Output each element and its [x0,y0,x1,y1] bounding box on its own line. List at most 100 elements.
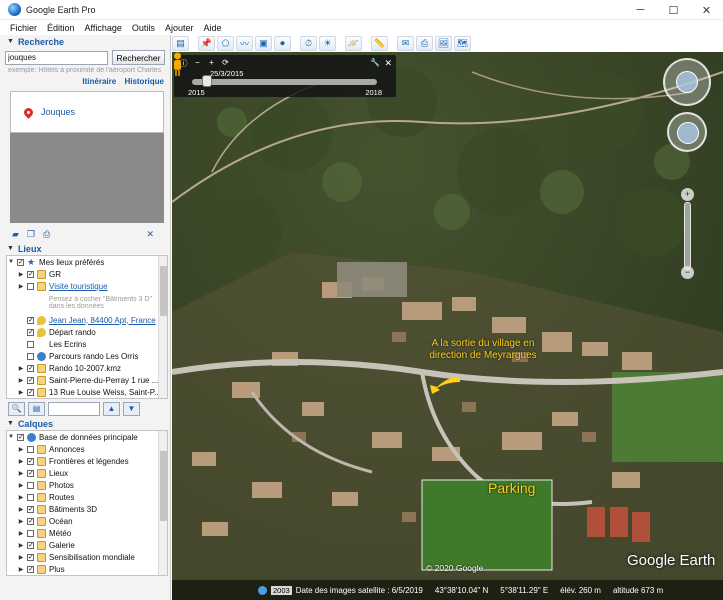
look-around-icon[interactable] [676,71,698,93]
menu-outils[interactable]: Outils [132,23,155,33]
expand-arrow-icon[interactable]: ▶ [17,470,25,477]
record-tour-icon[interactable]: ⏺ [274,35,291,51]
zoom-in-icon[interactable]: + [681,188,694,201]
visibility-checkbox[interactable] [27,481,34,489]
close-button[interactable]: ✕ [690,0,723,20]
expand-arrow-icon[interactable]: ▶ [17,506,25,513]
planets-icon[interactable]: 🪐 [345,35,362,51]
places-item[interactable]: ▶GPS device [7,398,167,399]
view-toggle-icon[interactable]: ▤ [28,401,45,416]
search-button[interactable]: Rechercher [112,50,165,65]
places-item-label[interactable]: Visite touristique [49,282,108,291]
places-scrollbar[interactable] [158,256,167,398]
places-item[interactable]: ▶ ✓ GR [7,268,167,280]
layers-item[interactable]: ▶ ✓ Plus [7,563,167,575]
search-places-icon[interactable]: 🔍 [8,401,25,416]
wrench-icon[interactable]: 🔧 [370,58,380,67]
places-item[interactable]: Pensez à cocher "Bâtiments 3 D" dans les… [7,292,167,314]
layers-item[interactable]: ▶ Routes [7,491,167,503]
move-control[interactable] [667,112,707,152]
expand-arrow-icon[interactable]: ▶ [17,542,25,549]
time-track[interactable] [192,79,377,85]
visibility-checkbox[interactable]: ✓ [27,328,34,336]
places-item[interactable]: ▶ ✓ Saint-Pierre-du-Perray 1 rue ... [7,374,167,386]
print-icon[interactable]: ⎙ [416,35,433,51]
search-input[interactable] [5,50,108,65]
menu-ajouter[interactable]: Ajouter [165,23,194,33]
add-path-icon[interactable]: 〰 [236,35,253,51]
expand-arrow-icon[interactable]: ▼ [7,434,15,440]
expand-arrow-icon[interactable]: ▶ [17,389,25,396]
places-item[interactable]: ▶ ✓ Rando 10-2007.kmz [7,362,167,374]
menu-edition[interactable]: Édition [47,23,75,33]
visibility-checkbox[interactable]: ✓ [17,433,24,441]
menu-aide[interactable]: Aide [203,23,221,33]
move-down-icon[interactable]: ▼ [123,401,140,416]
expand-arrow-icon[interactable]: ▶ [17,365,25,372]
expand-arrow-icon[interactable]: ▶ [17,554,25,561]
expand-arrow-icon[interactable]: ▶ [17,377,25,384]
search-section-header[interactable]: ▼ Recherche [0,35,170,48]
places-item[interactable]: ✓ Jean Jean, 84400 Apt, France [7,314,167,326]
visibility-checkbox[interactable]: ✓ [27,270,34,278]
visibility-checkbox[interactable] [27,282,34,290]
visibility-checkbox[interactable]: ✓ [27,553,34,561]
zoom-in-time-icon[interactable]: + [206,58,217,69]
visibility-checkbox[interactable]: ✓ [27,541,34,549]
expand-arrow-icon[interactable]: ▶ [17,566,25,573]
places-item[interactable]: ▼ ✓ ★ Mes lieux préférés [7,256,167,268]
layers-item[interactable]: ▶ ✓ Galerie [7,539,167,551]
zoom-out-icon[interactable]: − [681,266,694,279]
add-polygon-icon[interactable]: ⬠ [217,35,234,51]
visibility-checkbox[interactable]: ✓ [27,505,34,513]
zoom-out-time-icon[interactable]: − [192,58,203,69]
expand-arrow-icon[interactable]: ▶ [17,530,25,537]
hand-pan-icon[interactable] [677,122,699,144]
expand-arrow-icon[interactable]: ▶ [17,518,25,525]
places-item-label[interactable]: Jean Jean, 84400 Apt, France [49,316,156,325]
visibility-checkbox[interactable]: ✓ [27,316,34,324]
layers-item[interactable]: ▶ ✓ Lieux [7,467,167,479]
expand-arrow-icon[interactable]: ▶ [17,271,25,278]
history-link[interactable]: Historique [124,77,164,86]
add-overlay-icon[interactable]: ▣ [255,35,272,51]
folder-icon[interactable]: ▰ [12,229,19,240]
visibility-checkbox[interactable] [27,340,34,348]
search-result-item[interactable]: Jouques [10,91,164,133]
visibility-checkbox[interactable] [27,493,34,501]
zoom-slider[interactable] [684,202,691,270]
layers-item[interactable]: ▶ ✓ Frontières et légendes [7,455,167,467]
historical-imagery-icon[interactable]: ⏱ [300,35,317,51]
visibility-checkbox[interactable] [27,352,34,360]
menu-affichage[interactable]: Affichage [85,23,122,33]
sunlight-icon[interactable]: ☀ [319,35,336,51]
clear-results-icon[interactable]: ✕ [146,229,154,240]
save-image-icon[interactable]: 🖼 [435,35,452,51]
layers-item[interactable]: ▶ Photos [7,479,167,491]
refresh-time-icon[interactable]: ⟳ [220,58,231,69]
earth-view[interactable]: ⓘ − + ⟳ 🔧 ✕ 25/3/2015 2015 2018 + − A la… [172,52,723,600]
visibility-checkbox[interactable] [27,529,34,537]
layers-item[interactable]: ▶ ✓ Bâtiments 3D [7,503,167,515]
email-icon[interactable]: ✉ [397,35,414,51]
visibility-checkbox[interactable]: ✓ [27,457,34,465]
visibility-checkbox[interactable]: ✓ [27,376,34,384]
expand-arrow-icon[interactable]: ▼ [7,259,15,265]
layers-scrollbar[interactable] [158,431,167,575]
visibility-checkbox[interactable]: ✓ [17,258,24,266]
view-in-maps-icon[interactable]: 🗺 [454,35,471,51]
visibility-checkbox[interactable]: ✓ [27,517,34,525]
visibility-checkbox[interactable]: ✓ [27,469,34,477]
add-placemark-icon[interactable]: 📌 [198,35,215,51]
places-item[interactable]: ✓ Départ rando [7,326,167,338]
layers-item[interactable]: ▼ ✓ Base de données principale [7,431,167,443]
layers-item[interactable]: ▶ ✓ Sensibilisation mondiale [7,551,167,563]
visibility-checkbox[interactable]: ✓ [27,364,34,372]
layers-item[interactable]: ▶ Météo [7,527,167,539]
menu-fichier[interactable]: Fichier [10,23,37,33]
places-item[interactable]: Les Ecrins [7,338,167,350]
close-time-slider-icon[interactable]: ✕ [384,58,392,69]
move-up-icon[interactable]: ▲ [103,401,120,416]
visibility-checkbox[interactable] [27,445,34,453]
expand-arrow-icon[interactable]: ▶ [17,482,25,489]
